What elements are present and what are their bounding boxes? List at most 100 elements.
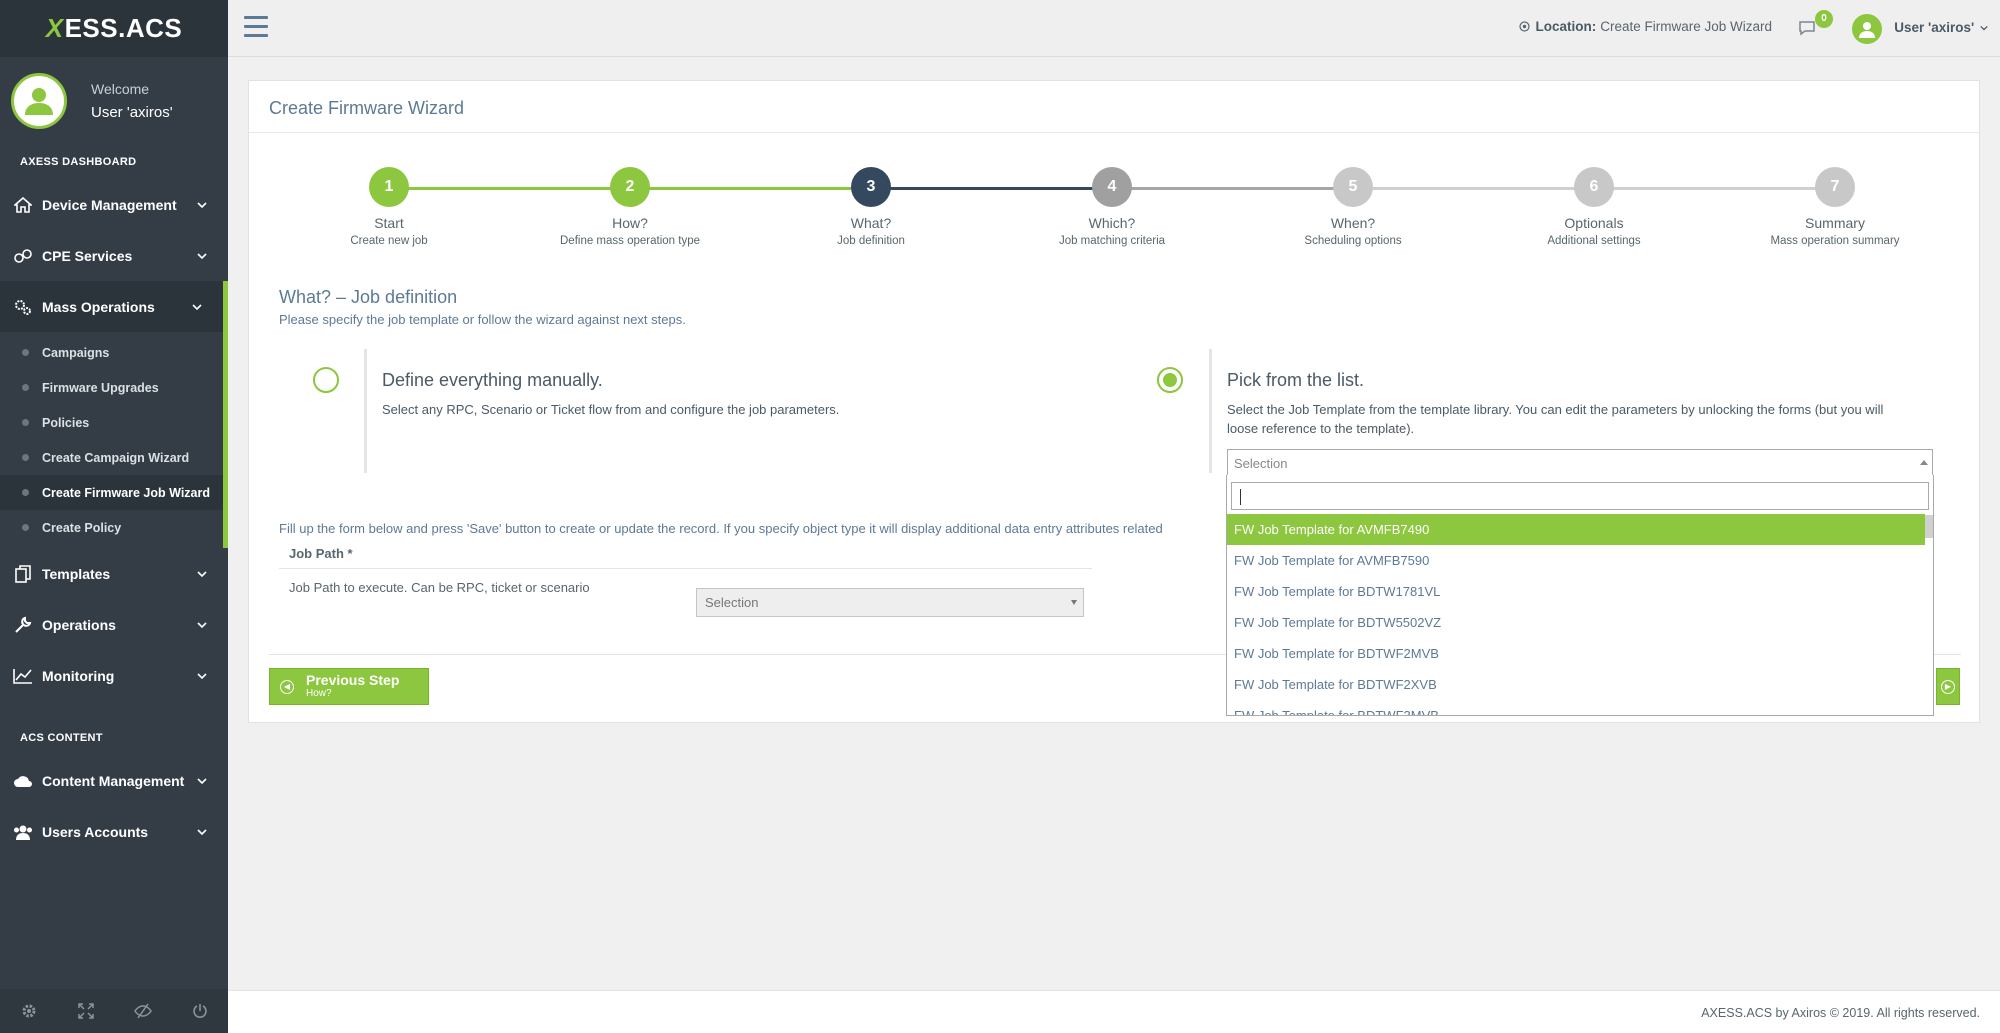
sidebar-item-label: CPE Services — [42, 247, 133, 264]
dropdown-option[interactable]: FW Job Template for BDTWF2XVB — [1227, 669, 1933, 700]
step-number: 2 — [610, 167, 650, 207]
user-panel: Welcome User 'axiros' — [0, 57, 228, 145]
sidebar-subitem-label: Campaigns — [42, 345, 110, 360]
sidebar-subitem-campaigns[interactable]: Campaigns — [0, 335, 223, 370]
wizard-step-7[interactable]: 7 Summary Mass operation summary — [1735, 167, 1935, 247]
logo-text: ESS.ACS — [64, 13, 183, 43]
sidebar-subitem-create-campaign-wizard[interactable]: Create Campaign Wizard — [0, 440, 223, 475]
step-number: 4 — [1092, 167, 1132, 207]
settings-gear-icon[interactable] — [19, 1001, 39, 1021]
avatar[interactable] — [1852, 14, 1882, 44]
chat-bubble-icon[interactable] — [1797, 18, 1817, 38]
location-label: Location: — [1535, 19, 1597, 34]
dropdown-option[interactable]: FW Job Template for BDTW1781VL — [1227, 576, 1933, 607]
user-menu-label: User 'axiros' — [1894, 20, 1975, 35]
bullet-icon — [22, 349, 29, 356]
sidebar-submenu-mass-operations: Campaigns Firmware Upgrades Policies Cre… — [0, 332, 228, 548]
sidebar-item-users-accounts[interactable]: Users Accounts — [0, 806, 228, 857]
dropdown-option[interactable]: FW Job Template for BDTW5502VZ — [1227, 607, 1933, 638]
radio-define-manually[interactable] — [313, 367, 339, 393]
wrench-icon — [13, 615, 33, 635]
location-value: Create Firmware Job Wizard — [1600, 19, 1772, 34]
sidebar-subitem-create-firmware-job-wizard[interactable]: Create Firmware Job Wizard — [0, 475, 223, 510]
sidebar-item-content-management[interactable]: Content Management — [0, 755, 228, 806]
previous-step-label: Previous Step — [306, 672, 400, 688]
wizard-step-4[interactable]: 4 Which? Job matching criteria — [1012, 167, 1212, 247]
previous-step-button[interactable]: ◀ Previous Step How? — [269, 668, 429, 705]
job-path-label: Job Path * — [279, 537, 1092, 569]
step-subtitle: Mass operation summary — [1770, 235, 1900, 247]
wizard-step-5[interactable]: 5 When? Scheduling options — [1253, 167, 1453, 247]
wizard-step-6[interactable]: 6 Optionals Additional settings — [1494, 167, 1694, 247]
hamburger-menu-icon[interactable] — [244, 16, 268, 38]
services-icon — [13, 246, 33, 266]
chevron-down-icon — [192, 303, 202, 310]
wizard-step-2[interactable]: 2 How? Define mass operation type — [530, 167, 730, 247]
sidebar-item-templates[interactable]: Templates — [0, 548, 228, 599]
option-manual-title: Define everything manually. — [382, 370, 603, 390]
bullet-icon — [22, 489, 29, 496]
dropdown-scrollbar[interactable] — [1925, 515, 1933, 538]
sidebar-item-label: Monitoring — [42, 667, 115, 684]
dropdown-option[interactable]: FW Job Template for AVMFB7490 — [1227, 514, 1925, 545]
step-subtitle: Job definition — [837, 235, 905, 247]
sidebar-heading-content: ACS CONTENT — [20, 732, 103, 744]
sidebar-footer — [0, 989, 228, 1033]
option-manual-text: Select any RPC, Scenario or Ticket flow … — [382, 402, 840, 417]
option-list-text-2: loose reference to the template). — [1227, 421, 1415, 436]
user-menu[interactable]: User 'axiros' — [1894, 20, 1988, 35]
text-cursor — [1240, 489, 1241, 505]
eye-slash-icon[interactable] — [133, 1001, 153, 1021]
sidebar-item-label: Templates — [42, 565, 111, 582]
sidebar: X ESS.ACS Welcome User 'axiros' AXESS DAS… — [0, 0, 228, 1033]
job-path-select[interactable]: Selection — [696, 588, 1084, 617]
next-step-button[interactable]: ▶ — [1936, 668, 1960, 705]
template-dropdown: FW Job Template for AVMFB7490 FW Job Temp… — [1226, 475, 1934, 716]
chevron-down-icon — [1980, 25, 1988, 31]
job-path-select-value: Selection — [705, 595, 759, 610]
sidebar-item-cpe-services[interactable]: CPE Services — [0, 230, 228, 281]
wizard-step-3[interactable]: 3 What? Job definition — [771, 167, 971, 247]
chevron-down-icon — [197, 201, 207, 208]
sidebar-item-device-management[interactable]: Device Management — [0, 179, 228, 230]
step-number: 5 — [1333, 167, 1373, 207]
dropdown-options: FW Job Template for AVMFB7490 FW Job Temp… — [1227, 514, 1933, 715]
template-select[interactable]: Selection — [1227, 449, 1933, 478]
chevron-down-icon — [197, 252, 207, 259]
avatar — [11, 73, 67, 129]
caret-down-icon — [1071, 600, 1077, 605]
divider — [364, 349, 367, 473]
section-subtitle: Please specify the job template or follo… — [279, 312, 686, 327]
sidebar-subitem-label: Create Firmware Job Wizard — [42, 485, 210, 500]
dropdown-search-input[interactable] — [1231, 482, 1929, 510]
arrow-left-circle-icon: ◀ — [280, 679, 294, 694]
location-target-icon — [1519, 21, 1531, 32]
fullscreen-icon[interactable] — [76, 1001, 96, 1021]
cogs-icon — [13, 297, 33, 317]
chevron-down-icon — [197, 777, 207, 784]
dropdown-option[interactable]: FW Job Template for BDTWF2MVB — [1227, 638, 1933, 669]
arrow-right-circle-icon: ▶ — [1941, 679, 1955, 694]
copy-icon — [13, 564, 33, 584]
sidebar-item-operations[interactable]: Operations — [0, 599, 228, 650]
sidebar-subitem-label: Firmware Upgrades — [42, 380, 159, 395]
sidebar-item-mass-operations[interactable]: Mass Operations — [0, 281, 228, 332]
home-icon — [13, 195, 33, 215]
logo-mark: X — [45, 13, 64, 43]
sidebar-item-label: Users Accounts — [42, 823, 149, 840]
power-icon[interactable] — [190, 1001, 210, 1021]
cloud-icon — [13, 771, 33, 791]
section-title: What? – Job definition — [279, 287, 458, 307]
sidebar-subitem-label: Create Policy — [42, 520, 122, 535]
app-logo[interactable]: X ESS.ACS — [0, 0, 228, 57]
dropdown-option[interactable]: FW Job Template for AVMFB7590 — [1227, 545, 1933, 576]
wizard-step-1[interactable]: 1 Start Create new job — [289, 167, 489, 247]
chevron-down-icon — [197, 672, 207, 679]
sidebar-subitem-create-policy[interactable]: Create Policy — [0, 510, 223, 545]
dropdown-option[interactable]: FW Job Template for BDTWF3MVB — [1227, 700, 1933, 715]
sidebar-subitem-policies[interactable]: Policies — [0, 405, 223, 440]
bullet-icon — [22, 384, 29, 391]
radio-pick-from-list[interactable] — [1157, 367, 1183, 393]
sidebar-item-monitoring[interactable]: Monitoring — [0, 650, 228, 701]
sidebar-subitem-firmware-upgrades[interactable]: Firmware Upgrades — [0, 370, 223, 405]
